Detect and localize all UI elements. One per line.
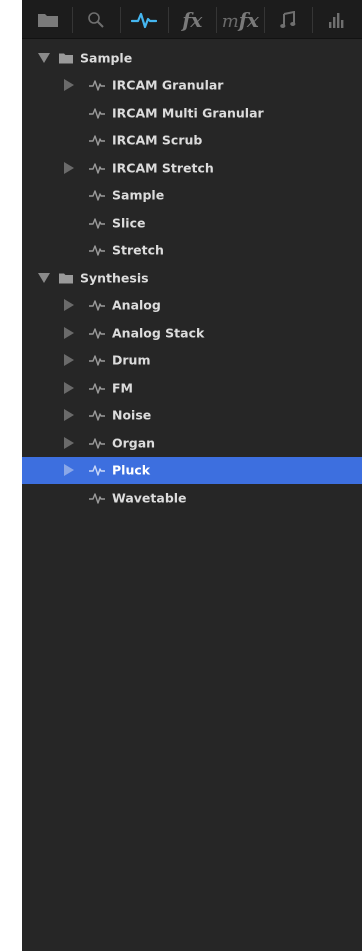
waveform-icon <box>89 328 105 339</box>
collapse-arrow-icon[interactable] <box>38 52 50 63</box>
waveform-icon <box>89 438 105 449</box>
waveform-icon <box>89 493 105 504</box>
tree-item-label: Drum <box>112 352 151 368</box>
waveform-icon <box>89 80 105 91</box>
waveform-icon <box>89 300 105 311</box>
waveform-icon <box>89 108 105 119</box>
tree-item-organ[interactable]: Organ <box>22 429 362 457</box>
tree-item-ircam-scrub[interactable]: IRCAM Scrub <box>22 127 362 155</box>
folder-icon <box>59 273 73 284</box>
browser-toolbar: fx mfx <box>22 0 362 39</box>
tab-patterns[interactable] <box>264 5 312 35</box>
waveform-icon <box>89 465 105 476</box>
tree-item-label: Wavetable <box>112 490 187 506</box>
expand-arrow-icon[interactable] <box>64 464 74 477</box>
folder-icon <box>59 53 73 64</box>
tree-category-label: Synthesis <box>80 270 149 286</box>
music-note-icon <box>280 11 296 28</box>
tree-item-ircam-stretch[interactable]: IRCAM Stretch <box>22 154 362 182</box>
tree-category-label: Sample <box>80 50 133 66</box>
tree-item-pluck[interactable]: Pluck <box>22 456 362 484</box>
tree-item-label: Analog Stack <box>112 325 205 341</box>
tree-item-wavetable[interactable]: Wavetable <box>22 484 362 512</box>
expand-arrow-icon[interactable] <box>64 381 74 394</box>
expand-arrow-icon[interactable] <box>64 354 74 367</box>
tree-item-label: IRCAM Multi Granular <box>112 105 264 121</box>
mfx-icon: mfx <box>221 8 259 32</box>
search-icon <box>88 12 104 28</box>
tab-browser[interactable] <box>24 5 72 35</box>
tree-item-sample[interactable]: Sample <box>22 182 362 210</box>
tab-fx[interactable]: fx <box>168 5 216 35</box>
expand-arrow-icon[interactable] <box>64 79 74 92</box>
folder-icon <box>38 14 58 27</box>
tree-item-analog[interactable]: Analog <box>22 292 362 320</box>
instrument-browser-panel: fx mfx Sample IRCAM Granular IRCAM Multi… <box>22 0 362 951</box>
tree-item-label: IRCAM Granular <box>112 77 224 93</box>
waveform-icon <box>89 190 105 201</box>
collapse-arrow-icon[interactable] <box>38 272 50 283</box>
tab-instruments[interactable] <box>120 5 168 35</box>
expand-arrow-icon[interactable] <box>64 299 74 312</box>
tree-item-label: Noise <box>112 407 152 423</box>
waveform-icon <box>89 245 105 256</box>
waveform-icon <box>89 163 105 174</box>
waveform-icon <box>89 355 105 366</box>
expand-arrow-icon[interactable] <box>64 409 74 422</box>
tree-item-label: Slice <box>112 215 146 231</box>
tree-item-ircam-granular[interactable]: IRCAM Granular <box>22 72 362 100</box>
tab-search[interactable] <box>72 5 120 35</box>
waveform-icon <box>131 12 157 29</box>
tree-item-label: FM <box>112 380 133 396</box>
tree-item-noise[interactable]: Noise <box>22 402 362 430</box>
tree-item-stretch[interactable]: Stretch <box>22 237 362 265</box>
tree-category-sample[interactable]: Sample <box>22 44 362 72</box>
tab-meters[interactable] <box>312 5 360 35</box>
expand-arrow-icon[interactable] <box>64 436 74 449</box>
tree-item-label: Pluck <box>112 462 151 478</box>
tree-item-ircam-multi-granular[interactable]: IRCAM Multi Granular <box>22 99 362 127</box>
tree-item-label: Analog <box>112 297 161 313</box>
tree-item-label: IRCAM Stretch <box>112 160 214 176</box>
tree-item-slice[interactable]: Slice <box>22 209 362 237</box>
expand-arrow-icon[interactable] <box>64 161 74 174</box>
tree-item-fm[interactable]: FM <box>22 374 362 402</box>
tree-category-synthesis[interactable]: Synthesis <box>22 264 362 292</box>
tree-item-label: Sample <box>112 187 165 203</box>
tree-item-label: IRCAM Scrub <box>112 132 203 148</box>
expand-arrow-icon[interactable] <box>64 326 74 339</box>
waveform-icon <box>89 383 105 394</box>
fx-icon: fx <box>182 8 202 32</box>
tree-item-drum[interactable]: Drum <box>22 347 362 375</box>
waveform-icon <box>89 218 105 229</box>
tree-item-label: Stretch <box>112 242 164 258</box>
tab-mfx[interactable]: mfx <box>216 5 264 35</box>
waveform-icon <box>89 135 105 146</box>
tree-item-label: Organ <box>112 435 156 451</box>
tree-item-analog-stack[interactable]: Analog Stack <box>22 319 362 347</box>
waveform-icon <box>89 410 105 421</box>
instrument-tree: Sample IRCAM Granular IRCAM Multi Granul… <box>22 44 362 512</box>
bar-graph-icon <box>329 13 344 28</box>
